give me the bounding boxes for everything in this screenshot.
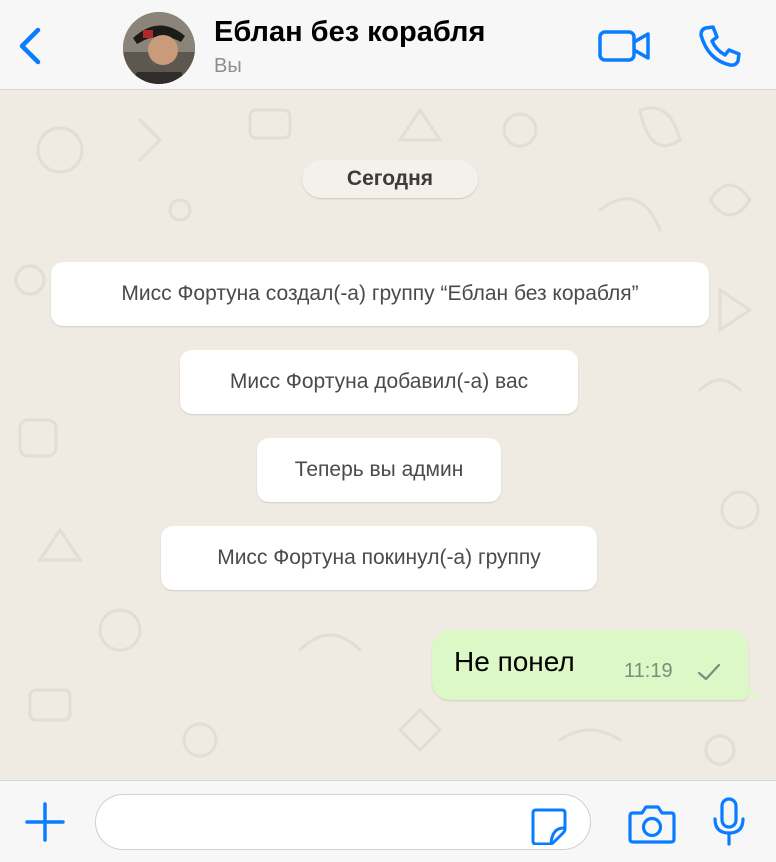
- message-input[interactable]: [114, 803, 528, 843]
- outgoing-message[interactable]: Не понел 11:19: [432, 630, 748, 700]
- system-message: Теперь вы админ: [257, 438, 501, 502]
- message-list[interactable]: Сегодня Мисс Фортуна создал(-а) группу “…: [0, 90, 776, 780]
- message-time: 11:19: [624, 660, 673, 682]
- pirate-avatar-icon: [123, 12, 195, 84]
- date-separator: Сегодня: [302, 160, 478, 198]
- video-camera-icon[interactable]: [598, 27, 652, 65]
- avatar[interactable]: [123, 12, 195, 84]
- chevron-left-icon[interactable]: [14, 26, 48, 66]
- single-check-icon: [697, 663, 721, 681]
- plus-icon[interactable]: [24, 801, 66, 843]
- camera-icon[interactable]: [628, 803, 676, 845]
- message-input-container: [95, 794, 591, 850]
- microphone-icon[interactable]: [712, 797, 746, 847]
- chat-subtitle: Вы: [214, 55, 242, 77]
- message-text: Не понел: [454, 646, 575, 677]
- system-message: Мисс Фортуна создал(-а) группу “Еблан бе…: [51, 262, 709, 326]
- sticker-icon[interactable]: [530, 807, 568, 845]
- phone-icon[interactable]: [696, 22, 744, 70]
- chat-header: Еблан без корабля Вы: [0, 0, 776, 90]
- chat-title[interactable]: Еблан без корабля: [214, 16, 485, 49]
- system-message: Мисс Фортуна добавил(-а) вас: [180, 350, 578, 414]
- system-message: Мисс Фортуна покинул(-а) группу: [161, 526, 597, 590]
- composer-bar: [0, 780, 776, 862]
